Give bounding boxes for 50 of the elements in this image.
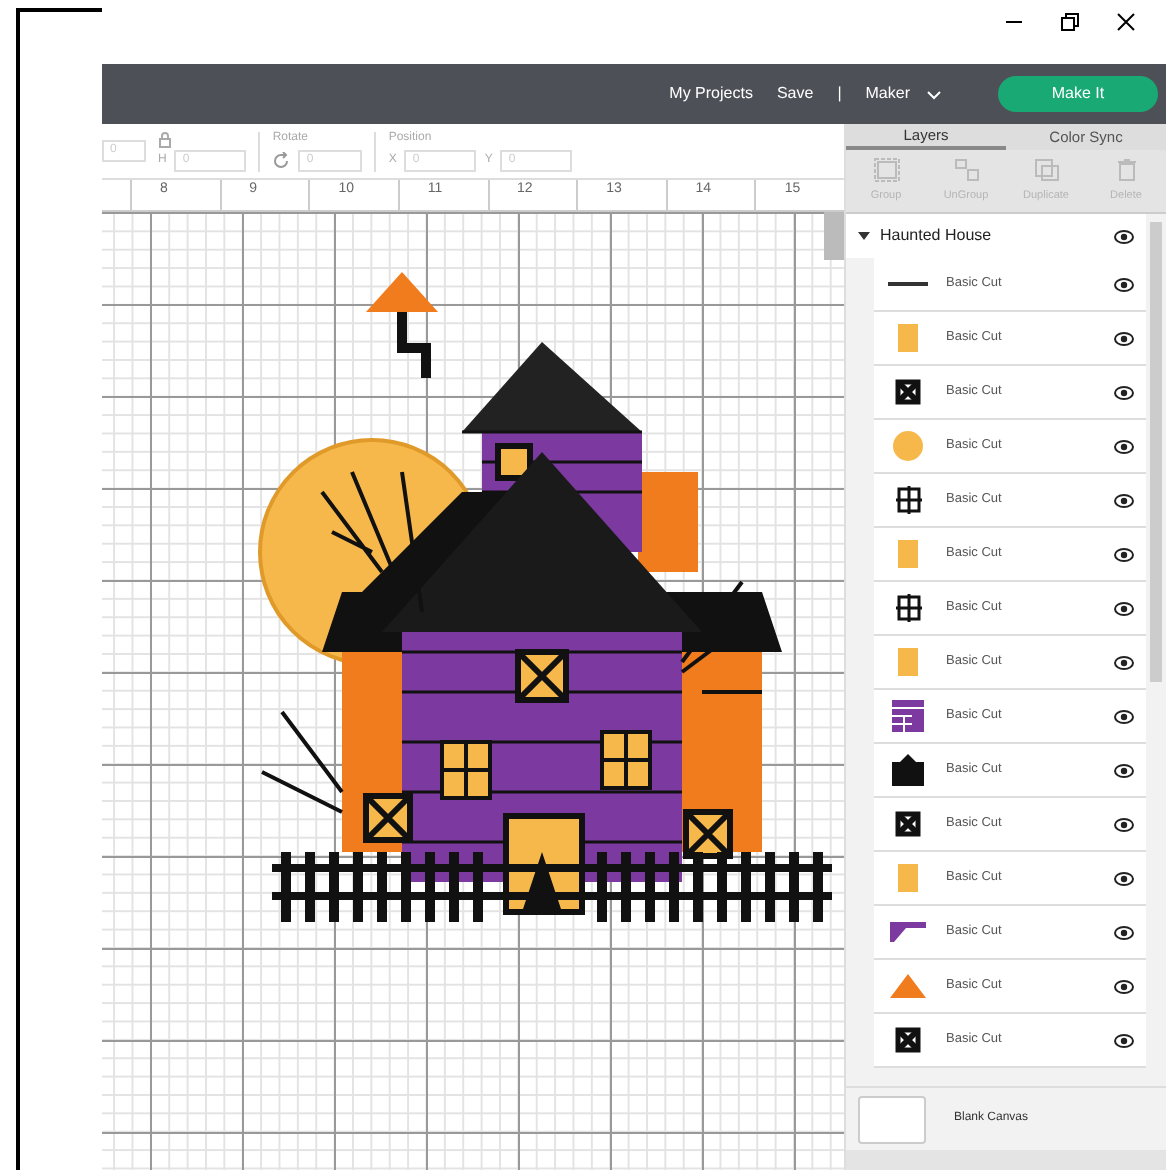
triangle-thumbnail-icon — [890, 974, 926, 998]
eye-icon[interactable] — [1114, 547, 1134, 561]
caret-icon[interactable] — [858, 231, 870, 241]
eye-icon[interactable] — [1114, 277, 1134, 291]
eye-icon[interactable] — [1114, 871, 1134, 885]
scrollbar-thumb[interactable] — [1150, 222, 1162, 682]
eye-icon[interactable] — [1114, 979, 1134, 993]
eye-icon[interactable] — [1114, 925, 1134, 939]
eye-icon[interactable] — [1114, 601, 1134, 615]
eye-icon[interactable] — [1114, 709, 1134, 723]
rectangle-thumbnail-icon — [896, 538, 920, 570]
eye-icon[interactable] — [1114, 655, 1134, 669]
crossed-window-thumbnail-icon — [894, 810, 922, 838]
eye-icon[interactable] — [1114, 763, 1134, 777]
ungroup-icon — [953, 157, 979, 182]
house-shape-thumbnail-icon — [892, 754, 924, 786]
layer-group-row[interactable]: Haunted House — [846, 214, 1146, 258]
restore-icon — [1060, 12, 1080, 32]
crossed-window-thumbnail-icon — [894, 1026, 922, 1054]
window-frame-thumbnail-icon — [895, 486, 921, 514]
layer-group-name: Haunted House — [880, 224, 994, 248]
eye-icon[interactable] — [1114, 229, 1134, 243]
eye-icon[interactable] — [1114, 1033, 1134, 1047]
rectangle-thumbnail-icon — [896, 646, 920, 678]
scrollbar-thumb[interactable] — [824, 212, 844, 260]
rotate-icon[interactable] — [272, 152, 291, 170]
eye-icon[interactable] — [1114, 385, 1134, 399]
header-link[interactable]: Save — [776, 82, 814, 106]
roof-thumbnail-icon — [890, 922, 926, 942]
eye-icon[interactable] — [1114, 493, 1134, 507]
group-icon — [873, 157, 899, 182]
close-icon — [1116, 12, 1136, 32]
line-thumbnail-icon — [888, 276, 928, 292]
crossed-window-thumbnail-icon — [894, 378, 922, 406]
header-separator: | — [837, 82, 842, 106]
chevron-down-icon — [926, 89, 942, 99]
rectangle-thumbnail-icon — [896, 862, 920, 894]
eye-icon[interactable] — [1114, 439, 1134, 453]
duplicate-icon — [1033, 157, 1059, 182]
canvas-swatch[interactable] — [858, 1095, 926, 1143]
window-frame-thumbnail-icon — [895, 594, 921, 622]
eye-icon[interactable] — [1114, 817, 1134, 831]
header-link[interactable]: My Projects — [669, 82, 753, 106]
circle-thumbnail-icon — [892, 430, 924, 462]
trash-icon — [1113, 157, 1139, 182]
planks-thumbnail-icon — [892, 700, 924, 732]
eye-icon[interactable] — [1114, 331, 1134, 345]
machine-dropdown[interactable]: Maker — [865, 82, 942, 106]
haunted-house-drawing[interactable] — [258, 272, 836, 927]
rectangle-thumbnail-icon — [896, 322, 920, 354]
